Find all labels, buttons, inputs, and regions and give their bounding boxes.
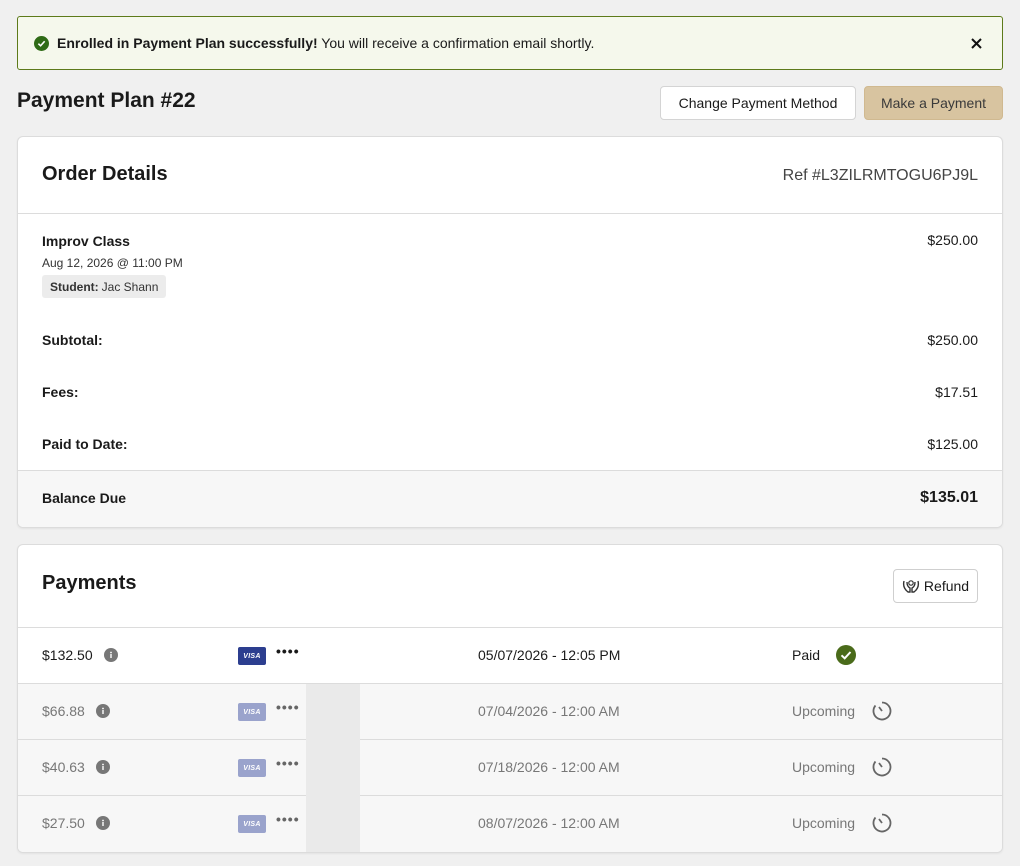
make-payment-button[interactable]: Make a Payment (864, 86, 1003, 120)
balance-due-row: Balance Due $135.01 (18, 470, 1002, 527)
paid-check-icon (836, 645, 856, 665)
visa-card-icon: VISA (238, 759, 266, 777)
visa-card-icon: VISA (238, 815, 266, 833)
paid-to-date-label: Paid to Date: (42, 436, 128, 452)
order-details-card: Order Details Ref #L3ZILRMTOGU6PJ9L Impr… (17, 136, 1003, 528)
payment-row: $132.50 VISA •••• 05/07/2026 - 12:05 PM … (18, 628, 1002, 684)
alert-message: Enrolled in Payment Plan successfully! Y… (57, 35, 594, 51)
paid-to-date-value: $125.00 (927, 436, 978, 452)
payment-date: 07/18/2026 - 12:00 AM (478, 759, 620, 775)
student-name: Jac Shann (101, 279, 159, 294)
student-tag: Student: Jac Shann (42, 275, 167, 298)
order-details-header: Order Details Ref #L3ZILRMTOGU6PJ9L (18, 137, 1002, 214)
subtotal-value: $250.00 (927, 332, 978, 348)
info-icon[interactable] (96, 704, 110, 718)
alert-message-text: You will receive a confirmation email sh… (317, 35, 595, 51)
visa-card-icon: VISA (238, 703, 266, 721)
alert-message-bold: Enrolled in Payment Plan successfully! (57, 35, 318, 51)
payment-date: 08/07/2026 - 12:00 AM (478, 815, 620, 831)
payment-amount: $132.50 (42, 647, 93, 663)
fees-value: $17.51 (935, 384, 978, 400)
payments-header: Payments Refund (18, 545, 1002, 628)
close-icon (970, 37, 982, 49)
pending-timer-icon (872, 813, 892, 833)
check-circle-icon (34, 35, 49, 51)
payment-amount: $40.63 (42, 759, 85, 775)
payment-amount: $66.88 (42, 703, 85, 719)
pending-timer-icon (872, 701, 892, 721)
order-details-title: Order Details (42, 163, 168, 185)
info-icon[interactable] (96, 816, 110, 830)
visa-card-icon: VISA (238, 647, 266, 665)
item-name: Improv Class (42, 233, 130, 249)
payment-status: Paid (792, 647, 821, 663)
payment-row: $66.88 VISA •••• 07/04/2026 - 12:00 AM U… (18, 684, 1002, 740)
order-reference: Ref #L3ZILRMTOGU6PJ9L (782, 167, 978, 184)
redacted-area (306, 684, 360, 740)
payments-title: Payments (42, 572, 137, 594)
balance-due-label: Balance Due (42, 490, 127, 506)
pending-timer-icon (872, 757, 892, 777)
payment-status: Upcoming (792, 815, 856, 831)
info-icon[interactable] (104, 648, 118, 662)
item-date: Aug 12, 2026 @ 11:00 PM (42, 256, 183, 270)
close-alert-button[interactable] (966, 33, 986, 53)
student-label: Student: (50, 279, 99, 294)
page-title: Payment Plan #22 (17, 89, 196, 112)
refund-button[interactable]: Refund (893, 569, 978, 603)
payment-date: 05/07/2026 - 12:05 PM (478, 647, 621, 663)
fees-label: Fees: (42, 384, 79, 400)
payment-date: 07/04/2026 - 12:00 AM (478, 703, 620, 719)
payments-card: Payments Refund $132.50 VISA •••• 05/07/… (17, 544, 1003, 853)
payment-status: Upcoming (792, 703, 856, 719)
subtotal-label: Subtotal: (42, 332, 103, 348)
refund-icon (902, 580, 919, 593)
redacted-area (306, 796, 360, 852)
info-icon[interactable] (96, 760, 110, 774)
success-alert: Enrolled in Payment Plan successfully! Y… (17, 16, 1003, 70)
card-masked-number: •••• (276, 643, 300, 659)
change-payment-method-button[interactable]: Change Payment Method (660, 86, 856, 120)
card-masked-number: •••• (276, 699, 300, 715)
refund-label: Refund (923, 578, 970, 594)
item-price: $250.00 (927, 232, 978, 248)
payment-amount: $27.50 (42, 815, 85, 831)
redacted-area (306, 740, 360, 796)
payment-row: $40.63 VISA •••• 07/18/2026 - 12:00 AM U… (18, 740, 1002, 796)
card-masked-number: •••• (276, 811, 300, 827)
balance-due-value: $135.01 (920, 489, 978, 506)
payment-row: $27.50 VISA •••• 08/07/2026 - 12:00 AM U… (18, 796, 1002, 852)
payment-status: Upcoming (792, 759, 856, 775)
card-masked-number: •••• (276, 755, 300, 771)
